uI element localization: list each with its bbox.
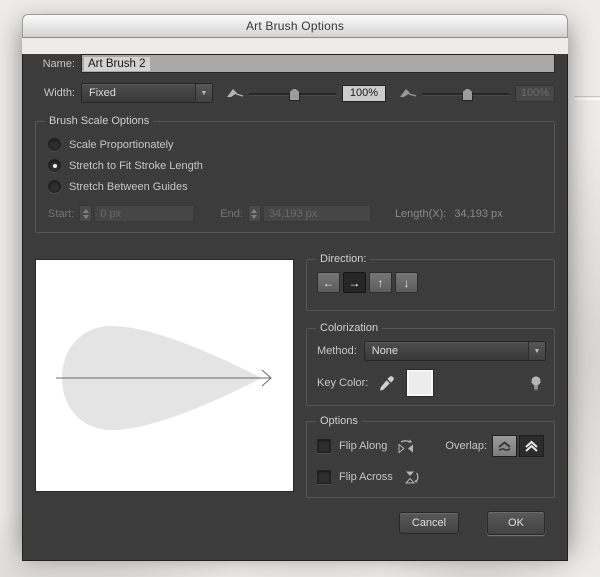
cancel-button-label: Cancel (411, 517, 447, 529)
start-value: 0 px (100, 207, 122, 220)
length-value: 34,193 px (454, 207, 503, 220)
direction-group: Direction: ← → ↑ ↓ (306, 253, 555, 311)
dialog-title: Art Brush Options (245, 19, 345, 33)
start-label: Start: (48, 207, 75, 220)
overlap-none-button[interactable] (492, 435, 517, 457)
stepper-icon (79, 205, 93, 222)
background-panel-seam (574, 96, 600, 97)
cancel-button[interactable]: Cancel (399, 512, 459, 534)
direction-down-button[interactable]: ↓ (395, 272, 418, 293)
slider-thumb[interactable] (462, 88, 474, 101)
width-dropdown-value: Fixed (89, 87, 116, 99)
brush-scale-options-group: Brush Scale Options Scale Proportionatel… (35, 115, 555, 233)
name-label: Name: (42, 57, 75, 70)
flip-along-icon (398, 439, 414, 454)
direction-right-button[interactable]: → (343, 272, 366, 293)
arrow-right-icon: → (348, 275, 361, 290)
length-label: Length(X): (394, 207, 447, 220)
stepper-icon (247, 205, 261, 222)
lightbulb-icon[interactable] (530, 375, 542, 392)
method-label: Method: (317, 345, 357, 357)
arrow-down-icon: ↓ (403, 275, 410, 290)
overlap-adjust-button[interactable] (519, 435, 544, 457)
flip-across-checkbox[interactable] (317, 470, 331, 484)
options-group: Options Flip Along Overlap: Flip Across (306, 415, 555, 498)
overlap-none-icon (498, 441, 511, 452)
direction-left-button[interactable]: ← (317, 272, 340, 293)
flip-along-label: Flip Along (339, 440, 388, 452)
colorization-group: Colorization Method: None ▼ Key Color: (306, 322, 555, 406)
overlap-label: Overlap: (445, 440, 487, 452)
width-value-field-2: 100% (515, 84, 555, 102)
flip-across-icon (404, 471, 419, 484)
slider-thumb[interactable] (289, 88, 301, 101)
width-slider-1[interactable] (249, 85, 336, 101)
key-color-swatch[interactable] (407, 370, 434, 396)
width-dropdown[interactable]: Fixed ▼ (81, 83, 213, 103)
end-value: 34,193 px (268, 207, 318, 220)
width-slider-2[interactable] (422, 85, 509, 101)
start-field: 0 px (94, 205, 195, 222)
width-value-1: 100% (349, 87, 379, 99)
dialog-body: Name: Art Brush 2 Width: Fixed ▼ 100% 10… (22, 54, 568, 561)
overlap-adjust-icon (525, 440, 538, 452)
brush-scale-options-legend: Brush Scale Options (45, 115, 154, 127)
radio-icon[interactable] (48, 180, 61, 193)
eyedropper-icon[interactable] (378, 375, 395, 392)
art-brush-options-dialog: Art Brush Options Name: Art Brush 2 Widt… (22, 14, 568, 561)
background-panel-seam-highlight (574, 98, 600, 100)
radio-label: Stretch Between Guides (69, 180, 188, 193)
end-field: 34,193 px (262, 205, 371, 222)
name-input-selected-text: Art Brush 2 (84, 56, 150, 71)
direction-legend: Direction: (316, 253, 371, 265)
arrow-up-icon: ↑ (377, 275, 384, 290)
direction-up-button[interactable]: ↑ (369, 272, 392, 293)
arrow-left-icon: ← (322, 275, 335, 290)
name-input[interactable]: Art Brush 2 (81, 54, 555, 73)
width-value-field-1[interactable]: 100% (342, 84, 386, 102)
method-dropdown-value: None (371, 345, 399, 357)
end-label: End: (220, 207, 243, 220)
method-dropdown[interactable]: None ▼ (363, 341, 546, 361)
radio-icon[interactable] (48, 138, 61, 151)
width-value-2: 100% (520, 87, 550, 99)
radio-stretch-to-fit[interactable]: Stretch to Fit Stroke Length (48, 155, 542, 176)
ok-button-label: OK (508, 517, 524, 529)
flip-along-checkbox[interactable] (317, 439, 331, 453)
brush-preview-teardrop (56, 326, 272, 430)
pen-pressure-icon (227, 89, 244, 97)
radio-label: Stretch to Fit Stroke Length (69, 159, 203, 172)
dropdown-arrow-icon: ▼ (195, 84, 212, 102)
dialog-titlebar[interactable]: Art Brush Options (22, 14, 568, 38)
key-color-label: Key Color: (317, 377, 369, 389)
radio-stretch-between-guides[interactable]: Stretch Between Guides (48, 176, 542, 197)
pen-pressure-icon (400, 89, 417, 97)
ok-button[interactable]: OK (487, 511, 545, 535)
radio-label: Scale Proportionately (69, 138, 174, 151)
flip-across-label: Flip Across (339, 471, 393, 483)
radio-icon-selected[interactable] (48, 159, 61, 172)
dropdown-arrow-icon: ▼ (528, 342, 545, 360)
width-label: Width: (43, 87, 75, 99)
options-legend: Options (316, 415, 362, 427)
brush-preview (35, 259, 294, 492)
radio-scale-proportionately[interactable]: Scale Proportionately (48, 134, 542, 155)
colorization-legend: Colorization (316, 322, 383, 334)
